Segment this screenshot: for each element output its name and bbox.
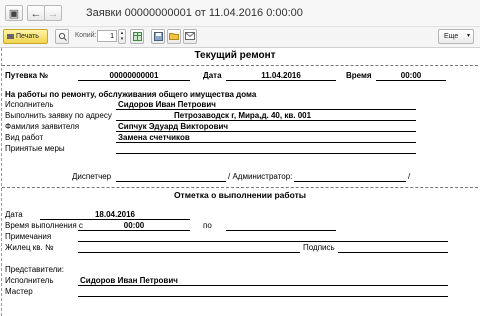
address-underline: [116, 120, 416, 121]
notes-underline: [78, 241, 448, 242]
date-value: 11.04.2016: [261, 71, 301, 80]
chevron-down-icon: ▾: [466, 33, 470, 39]
executor-label: Исполнитель: [5, 100, 54, 109]
measures-underline: [116, 153, 416, 154]
time-to-label: по: [203, 221, 212, 230]
completion-executor-label: Исполнитель: [5, 276, 54, 285]
more-button-label: Еще: [444, 33, 459, 40]
completion-executor-value: Сидоров Иван Петрович: [80, 276, 178, 285]
applicant-value: Сипчук Эдуард Викторович: [118, 122, 229, 131]
print-form-document: Текущий ремонт Путевка № 00000000001 Дат…: [0, 48, 480, 316]
title-divider: [2, 65, 478, 66]
completion-title: Отметка о выполнении работы: [173, 190, 307, 200]
worktype-value: Замена счетчиков: [118, 133, 190, 142]
mail-icon[interactable]: [183, 29, 197, 44]
applicant-label: Фамилия заявителя: [5, 122, 80, 131]
folder-icon[interactable]: [167, 29, 181, 44]
resident-label: Жилец кв. №: [5, 243, 54, 252]
time-from-underline: [78, 230, 190, 231]
admin-slash: /: [408, 172, 411, 181]
section-title: На работы по ремонту, обслуживания общег…: [5, 90, 257, 99]
time-to-underline: [226, 230, 336, 231]
executor-value: Сидоров Иван Петрович: [118, 100, 216, 109]
notes-label: Примечания: [5, 232, 52, 241]
printer-icon: [7, 33, 14, 39]
applicant-underline: [116, 131, 416, 132]
admin-label: / Администратор:: [228, 172, 293, 181]
page-left-border: [1, 48, 2, 316]
date-underline: [226, 80, 336, 81]
copies-input[interactable]: 1: [97, 30, 117, 42]
signature-underline: [338, 252, 448, 253]
spreadsheet-icon[interactable]: [130, 29, 144, 44]
signature-label: Подпись: [303, 243, 335, 252]
time-from-value: 00:00: [123, 221, 145, 230]
representatives-label: Представители:: [5, 265, 64, 274]
time-underline: [376, 80, 446, 81]
putevka-label: Путевка №: [5, 71, 49, 80]
completion-executor-underline: [78, 285, 448, 286]
executor-underline: [116, 109, 416, 110]
putevka-number: 00000000001: [109, 71, 159, 80]
completion-date-label: Дата: [5, 210, 23, 219]
window-title: Заявки 00000000001 от 11.04.2016 0:00:00: [86, 7, 303, 19]
copies-label: Копий:: [75, 32, 97, 39]
putevka-underline: [78, 80, 190, 81]
master-underline: [78, 296, 448, 297]
admin-underline: [294, 181, 406, 182]
dispatcher-underline: [116, 181, 226, 182]
time-from-label: Время выполнения с: [5, 221, 83, 230]
address-label: Выполнить заявку по адресу: [5, 111, 112, 120]
document-title: Текущий ремонт: [194, 50, 276, 61]
print-toolbar: Печать Копий: 1 ▴ ▾ Еще ▾: [0, 27, 480, 48]
time-label: Время: [346, 71, 372, 80]
worktype-underline: [116, 142, 416, 143]
save-icon[interactable]: [151, 29, 165, 44]
copies-stepper[interactable]: ▴ ▾: [118, 29, 126, 44]
address-value: Петрозаводск г, Мира,д. 40, кв. 001: [174, 111, 312, 120]
resident-underline: [78, 252, 300, 253]
date-label: Дата: [203, 71, 222, 80]
measures-label: Принятые меры: [5, 144, 65, 153]
window-titlebar: ▣ ← → Заявки 00000000001 от 11.04.2016 0…: [0, 0, 480, 27]
time-value: 00:00: [400, 71, 422, 80]
preview-icon[interactable]: [55, 29, 69, 44]
master-label: Мастер: [5, 287, 33, 296]
print-button[interactable]: Печать: [3, 29, 48, 44]
worktype-label: Вид работ: [5, 133, 44, 142]
forward-button[interactable]: →: [44, 5, 62, 21]
back-button[interactable]: ←: [27, 5, 45, 21]
dispatcher-label: Диспетчер: [72, 172, 112, 181]
completion-date-value: 18.04.2016: [94, 210, 136, 219]
home-icon[interactable]: ▣: [5, 5, 23, 21]
completion-date-underline: [40, 219, 190, 220]
more-button[interactable]: Еще ▾: [438, 29, 474, 44]
section-divider: [2, 187, 478, 188]
print-button-label: Печать: [16, 33, 39, 40]
